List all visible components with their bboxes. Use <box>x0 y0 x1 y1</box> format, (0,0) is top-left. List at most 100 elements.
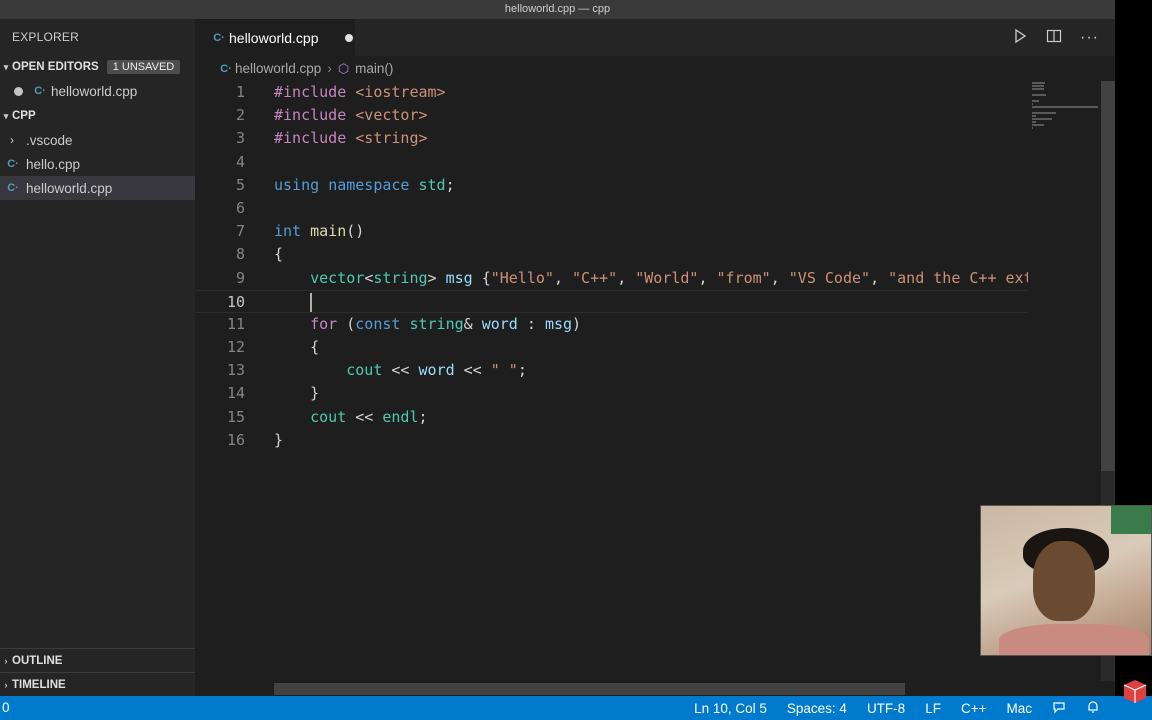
breadcrumb-symbol[interactable]: main() <box>355 61 393 76</box>
line-number: 9 <box>235 268 245 287</box>
cpp-file-icon: C· <box>7 158 19 170</box>
tab-helloworld[interactable]: C· helloworld.cpp <box>195 19 355 56</box>
line-number: 4 <box>235 152 245 171</box>
timeline-header[interactable]: › TIMELINE <box>0 673 195 697</box>
open-editors-header[interactable]: ▾ OPEN EDITORS 1 UNSAVED <box>0 55 195 79</box>
code-line[interactable]: 12 { <box>195 336 1028 359</box>
file-item-hello[interactable]: C· hello.cpp <box>0 152 195 176</box>
editor-area: C· helloworld.cpp ··· C· helloworld.cpp … <box>195 19 1115 696</box>
feedback-icon[interactable] <box>1052 700 1066 717</box>
outline-header[interactable]: › OUTLINE <box>0 649 195 673</box>
code-line[interactable]: 14 } <box>195 382 1028 405</box>
code-text: for (const string& word : msg) <box>310 314 582 333</box>
open-editors-label: OPEN EDITORS <box>12 61 99 73</box>
line-number: 6 <box>235 198 245 217</box>
file-item-label: hello.cpp <box>26 156 81 172</box>
run-icon[interactable] <box>1012 28 1028 48</box>
tab-bar: C· helloworld.cpp ··· <box>195 19 1115 56</box>
line-number: 7 <box>235 222 245 241</box>
minimap-line <box>1032 82 1045 84</box>
code-text: #include <vector> <box>274 106 428 125</box>
unsaved-badge: 1 UNSAVED <box>106 60 181 74</box>
code-line[interactable]: 2 #include <vector> <box>195 104 1028 127</box>
code-line[interactable]: 1 #include <iostream> <box>195 81 1028 104</box>
status-language[interactable]: C++ <box>961 701 987 716</box>
vertical-scrollbar-thumb[interactable] <box>1101 81 1115 471</box>
cpp-file-icon: C· <box>213 31 225 44</box>
code-text: } <box>274 384 320 403</box>
status-eol[interactable]: LF <box>925 701 941 716</box>
person-shirt <box>999 624 1149 655</box>
symbol-method-icon: ⬡ <box>337 60 350 76</box>
open-editor-item[interactable]: C· helloworld.cpp <box>0 79 195 103</box>
unsaved-dot-icon[interactable] <box>344 33 353 42</box>
line-number: 1 <box>235 83 245 101</box>
file-item-label: helloworld.cpp <box>26 180 113 196</box>
status-indentation[interactable]: Spaces: 4 <box>787 701 847 716</box>
code-line[interactable]: 10 <box>195 289 1028 313</box>
code-text: cout << word << " "; <box>346 361 527 380</box>
code-text: #include <string> <box>274 129 428 148</box>
code-line[interactable]: 5 using namespace std; <box>195 174 1028 197</box>
chevron-right-icon: › <box>327 61 332 76</box>
code-line[interactable]: 15 cout << endl; <box>195 406 1028 429</box>
line-number: 11 <box>226 314 245 333</box>
minimap-line <box>1032 103 1033 105</box>
status-bar: 0 Ln 10, Col 5 Spaces: 4 UTF-8 LF C++ Ma… <box>0 696 1152 720</box>
code-line[interactable]: 4 <box>195 151 1028 174</box>
folder-cpp-header[interactable]: ▾ CPP <box>0 104 195 128</box>
horizontal-scrollbar[interactable] <box>274 683 905 695</box>
minimap[interactable] <box>1028 81 1101 481</box>
folder-item-vscode[interactable]: › .vscode <box>0 128 195 152</box>
code-line[interactable]: 3 #include <string> <box>195 127 1028 150</box>
code-text: { <box>274 338 320 357</box>
status-encoding[interactable]: UTF-8 <box>867 701 905 716</box>
wall-picture <box>1111 506 1151 534</box>
folder-label: CPP <box>12 110 36 122</box>
line-number: 8 <box>235 245 245 264</box>
tab-label: helloworld.cpp <box>229 29 319 46</box>
minimap-line <box>1032 94 1046 96</box>
code-line[interactable]: 7 int main() <box>195 220 1028 243</box>
code-text: int main() <box>274 222 365 241</box>
minimap-line <box>1032 121 1036 123</box>
open-editor-label: helloworld.cpp <box>51 83 138 99</box>
cpp-file-icon: C· <box>7 182 19 194</box>
minimap-line <box>1032 85 1044 87</box>
status-cursor-position[interactable]: Ln 10, Col 5 <box>694 701 767 716</box>
minimap-line <box>1032 109 1035 111</box>
code-line[interactable]: 8{ <box>195 243 1028 266</box>
code-editor[interactable]: 1 #include <iostream> 2 #include <vector> 3 #… <box>195 81 1028 681</box>
line-number: 12 <box>226 338 245 357</box>
unsaved-dot-icon[interactable] <box>14 86 23 96</box>
line-number: 15 <box>226 407 245 426</box>
explorer-title: EXPLORER <box>12 30 79 44</box>
timeline-label: TIMELINE <box>12 679 66 691</box>
code-line[interactable]: 9 vector<string> msg {"Hello", "C++", "W… <box>195 267 1028 290</box>
code-text: using namespace std; <box>274 175 455 194</box>
line-number: 5 <box>235 175 245 194</box>
code-line[interactable]: 13 cout << word << " "; <box>195 359 1028 382</box>
code-text: cout << endl; <box>310 407 428 426</box>
code-line[interactable]: 6 <box>195 197 1028 220</box>
code-text: } <box>274 430 284 449</box>
code-text: { <box>274 245 284 264</box>
chevron-right-icon: › <box>4 656 8 666</box>
line-number: 16 <box>226 430 245 449</box>
minimap-line <box>1032 106 1098 108</box>
cpp-file-icon: C· <box>34 85 46 97</box>
breadcrumb-file[interactable]: helloworld.cpp <box>235 61 321 76</box>
file-item-helloworld[interactable]: C· helloworld.cpp <box>0 176 195 200</box>
status-platform[interactable]: Mac <box>1006 701 1032 716</box>
notifications-bell-icon[interactable] <box>1086 700 1100 717</box>
split-editor-icon[interactable] <box>1046 28 1062 48</box>
line-number: 13 <box>226 361 245 380</box>
code-line[interactable]: 11 for (const string& word : msg) <box>195 313 1028 336</box>
chevron-down-icon: ▾ <box>3 110 9 121</box>
code-text: vector<string> msg {"Hello", "C++", "Wor… <box>310 268 1028 287</box>
status-left[interactable]: 0 <box>2 696 10 720</box>
code-line[interactable]: 16} <box>195 429 1028 452</box>
folder-item-label: .vscode <box>26 132 73 148</box>
more-actions-icon[interactable]: ··· <box>1080 29 1099 47</box>
line-number: 10 <box>226 292 245 311</box>
